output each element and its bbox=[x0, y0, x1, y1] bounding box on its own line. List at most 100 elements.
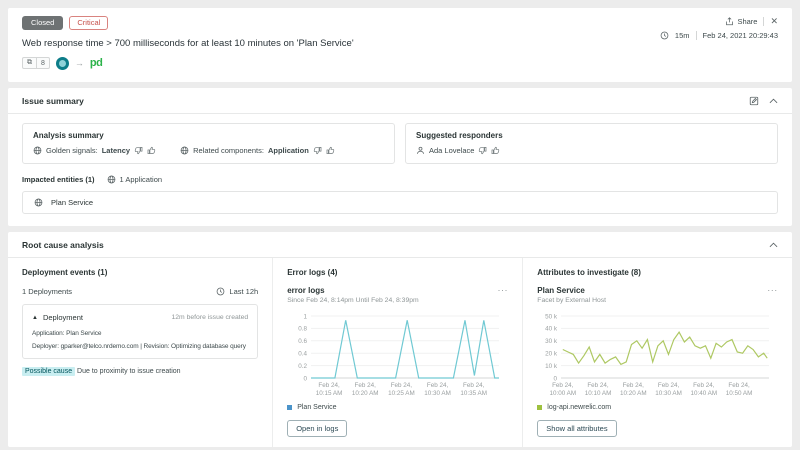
svg-text:0.2: 0.2 bbox=[298, 363, 307, 370]
panel-title: Error logs (4) bbox=[287, 268, 508, 277]
person-icon bbox=[416, 146, 425, 155]
thumbs-up-icon[interactable] bbox=[326, 146, 335, 155]
show-all-attributes-button[interactable]: Show all attributes bbox=[537, 420, 616, 437]
possible-cause-text: Due to proximity to issue creation bbox=[77, 368, 181, 375]
issue-title: Web response time > 700 milliseconds for… bbox=[22, 38, 354, 49]
chart-subtitle: Facet by External Host bbox=[537, 297, 606, 304]
svg-text:0.8: 0.8 bbox=[298, 326, 307, 333]
entity-globe-icon bbox=[180, 146, 189, 155]
thumbs-down-icon[interactable] bbox=[478, 146, 487, 155]
thumbs-down-icon[interactable] bbox=[134, 146, 143, 155]
related-components-label: Related components: bbox=[193, 146, 264, 155]
thumbs-up-icon[interactable] bbox=[147, 146, 156, 155]
share-button[interactable]: Share bbox=[725, 17, 757, 26]
analysis-signals-row: Golden signals: Latency Related componen… bbox=[33, 146, 384, 155]
error-logs-chart-header: error logs Since Feb 24, 8:14pm Until Fe… bbox=[287, 286, 508, 304]
issue-page: Closed Critical Web response time > 700 … bbox=[0, 0, 800, 450]
possible-cause-row: Possible cause Due to proximity to issue… bbox=[22, 368, 258, 375]
conditions-count: 8 bbox=[37, 59, 49, 68]
section-actions bbox=[749, 96, 778, 106]
svg-text:10:35 AM: 10:35 AM bbox=[461, 390, 488, 397]
feedback-icon[interactable] bbox=[749, 96, 759, 106]
share-row: Share ✕ bbox=[725, 16, 778, 27]
responder-row: Ada Lovelace bbox=[416, 146, 767, 155]
issue-summary-section: Issue summary Analysis summary Golden si… bbox=[8, 88, 792, 226]
svg-text:Feb 24,: Feb 24, bbox=[427, 382, 449, 389]
issue-header: Closed Critical Web response time > 700 … bbox=[8, 8, 792, 82]
svg-text:10:00 AM: 10:00 AM bbox=[550, 390, 577, 397]
attributes-legend[interactable]: log-api.newrelic.com bbox=[537, 404, 778, 411]
time-row: 15m Feb 24, 2021 20:29:43 bbox=[660, 31, 778, 40]
divider bbox=[696, 31, 697, 40]
chart-menu-button[interactable]: ... bbox=[498, 286, 509, 290]
card-title: Suggested responders bbox=[416, 131, 767, 140]
svg-text:30 k: 30 k bbox=[545, 338, 558, 345]
svg-text:Feb 24,: Feb 24, bbox=[693, 382, 715, 389]
chart-menu-button[interactable]: ... bbox=[767, 286, 778, 290]
impacted-entities-type-label: 1 Application bbox=[120, 175, 163, 184]
responder-name: Ada Lovelace bbox=[429, 146, 474, 155]
thumbs-up-icon[interactable] bbox=[491, 146, 500, 155]
svg-text:10:30 AM: 10:30 AM bbox=[656, 390, 683, 397]
error-logs-legend[interactable]: Plan Service bbox=[287, 404, 508, 411]
issue-timestamp: Feb 24, 2021 20:29:43 bbox=[703, 31, 778, 40]
deployment-events-panel: Deployment events (1) 1 Deployments Last… bbox=[8, 258, 272, 447]
deployment-relative-time: 12m before issue created bbox=[172, 314, 249, 321]
entity-globe-icon bbox=[33, 146, 42, 155]
share-label: Share bbox=[737, 17, 757, 26]
svg-text:10:40 AM: 10:40 AM bbox=[691, 390, 718, 397]
svg-text:10 k: 10 k bbox=[545, 363, 558, 370]
attributes-chart[interactable]: 010 k20 k30 k40 k50 kFeb 24,10:00 AMFeb … bbox=[537, 310, 779, 402]
time-range-picker[interactable]: Last 12h bbox=[216, 287, 258, 296]
chevron-up-icon[interactable] bbox=[769, 242, 778, 248]
svg-text:10:20 AM: 10:20 AM bbox=[352, 390, 379, 397]
deployment-count: 1 Deployments bbox=[22, 287, 72, 296]
svg-text:0: 0 bbox=[304, 375, 308, 382]
impacted-entities-type: 1 Application bbox=[107, 175, 163, 184]
svg-text:50 k: 50 k bbox=[545, 313, 558, 320]
suggested-responders-card: Suggested responders Ada Lovelace bbox=[405, 123, 778, 164]
priority-badge: Critical bbox=[69, 16, 108, 30]
entity-globe-icon bbox=[107, 175, 116, 184]
possible-cause-badge: Possible cause bbox=[22, 367, 75, 376]
svg-text:Feb 24,: Feb 24, bbox=[729, 382, 751, 389]
pagerduty-logo[interactable]: pd bbox=[90, 57, 102, 69]
thumbs-down-icon[interactable] bbox=[313, 146, 322, 155]
deployment-name: ▲ Deployment bbox=[32, 313, 83, 322]
analysis-summary-card: Analysis summary Golden signals: Latency… bbox=[22, 123, 395, 164]
svg-text:0.6: 0.6 bbox=[298, 338, 307, 345]
newrelic-source-icon[interactable] bbox=[56, 57, 69, 70]
conditions-count-pill[interactable]: ⧉ 8 bbox=[22, 57, 50, 69]
svg-text:10:30 AM: 10:30 AM bbox=[424, 390, 451, 397]
section-title: Issue summary bbox=[22, 96, 84, 106]
related-components-group: Related components: Application bbox=[180, 146, 335, 155]
conditions-icon: ⧉ bbox=[23, 58, 36, 68]
error-logs-chart[interactable]: 00.20.40.60.81Feb 24,10:15 AMFeb 24,10:2… bbox=[287, 310, 509, 402]
close-button[interactable]: ✕ bbox=[770, 16, 778, 27]
entity-row-plan-service[interactable]: Plan Service bbox=[22, 191, 778, 214]
svg-text:Feb 24,: Feb 24, bbox=[319, 382, 341, 389]
svg-text:1: 1 bbox=[304, 313, 308, 320]
issue-summary-header: Issue summary bbox=[8, 88, 792, 114]
impacted-entities-row: Impacted entities (1) 1 Application bbox=[22, 175, 778, 184]
svg-text:0.4: 0.4 bbox=[298, 351, 307, 358]
chevron-up-icon[interactable] bbox=[769, 98, 778, 104]
panel-title: Deployment events (1) bbox=[22, 268, 258, 277]
svg-text:Feb 24,: Feb 24, bbox=[463, 382, 485, 389]
svg-text:10:50 AM: 10:50 AM bbox=[726, 390, 753, 397]
sources-row: ⧉ 8 → pd bbox=[22, 57, 354, 70]
chart-subtitle: Since Feb 24, 8:14pm Until Feb 24, 8:39p… bbox=[287, 297, 418, 304]
deployment-application: Application: Plan Service bbox=[32, 330, 248, 337]
open-in-logs-button[interactable]: Open in logs bbox=[287, 420, 347, 437]
header-left: Closed Critical Web response time > 700 … bbox=[22, 16, 354, 74]
section-title: Root cause analysis bbox=[22, 240, 104, 250]
clock-icon bbox=[216, 287, 225, 296]
divider bbox=[763, 17, 764, 26]
deployment-event-card[interactable]: ▲ Deployment 12m before issue created Ap… bbox=[22, 304, 258, 359]
chart-title: Plan Service bbox=[537, 286, 606, 295]
deployment-meta-row: 1 Deployments Last 12h bbox=[22, 287, 258, 296]
svg-text:Feb 24,: Feb 24, bbox=[391, 382, 413, 389]
svg-text:Feb 24,: Feb 24, bbox=[355, 382, 377, 389]
svg-text:10:15 AM: 10:15 AM bbox=[316, 390, 343, 397]
summary-cards: Analysis summary Golden signals: Latency… bbox=[22, 123, 778, 164]
